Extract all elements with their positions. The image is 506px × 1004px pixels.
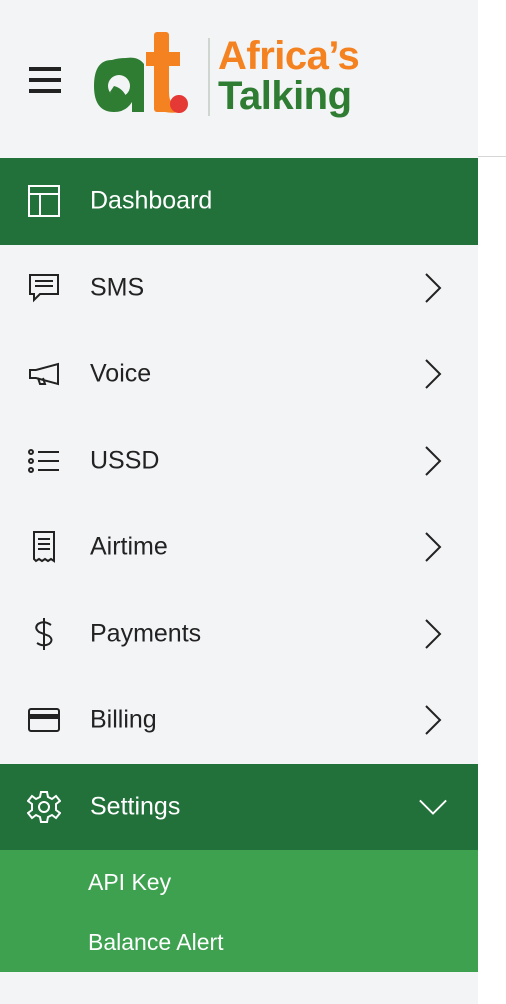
sidebar-item-voice[interactable]: Voice bbox=[0, 331, 478, 418]
africas-talking-logo[interactable]: Africa’s Talking bbox=[92, 30, 382, 130]
chevron-right-icon bbox=[418, 270, 448, 306]
list-icon bbox=[26, 443, 62, 479]
submenu-item-api-key[interactable]: API Key bbox=[0, 856, 478, 916]
logo-text-line2: Talking bbox=[218, 74, 352, 118]
hamburger-menu-icon[interactable] bbox=[29, 67, 61, 93]
logo-text-line1: Africa’s bbox=[218, 34, 360, 78]
sidebar-item-label: SMS bbox=[90, 273, 145, 302]
chevron-right-icon bbox=[418, 702, 448, 738]
sidebar: Africa’s Talking Dashboard SMS Voice USS… bbox=[0, 0, 478, 1004]
sidebar-item-label: USSD bbox=[90, 446, 160, 475]
dollar-icon bbox=[26, 616, 62, 652]
at-logo-mark-icon bbox=[94, 32, 188, 113]
main-content-edge bbox=[478, 0, 506, 1004]
dashboard-icon bbox=[26, 183, 62, 219]
sidebar-item-dashboard[interactable]: Dashboard bbox=[0, 158, 478, 245]
submenu-item-balance-alert[interactable]: Balance Alert bbox=[0, 916, 478, 976]
receipt-icon bbox=[26, 529, 62, 565]
sidebar-item-label: Billing bbox=[90, 705, 157, 734]
chevron-right-icon bbox=[418, 356, 448, 392]
chevron-right-icon bbox=[418, 616, 448, 652]
credit-card-icon bbox=[26, 702, 62, 738]
gear-icon bbox=[26, 789, 62, 825]
sidebar-header: Africa’s Talking bbox=[0, 0, 478, 158]
chevron-right-icon bbox=[418, 529, 448, 565]
sidebar-item-label: Payments bbox=[90, 619, 202, 648]
logo-divider bbox=[208, 38, 210, 116]
sidebar-item-label: Settings bbox=[90, 792, 181, 821]
megaphone-icon bbox=[26, 356, 62, 392]
sidebar-item-billing[interactable]: Billing bbox=[0, 677, 478, 764]
chevron-down-icon bbox=[418, 789, 448, 825]
sidebar-item-label: Dashboard bbox=[90, 186, 213, 215]
sidebar-item-airtime[interactable]: Airtime bbox=[0, 504, 478, 591]
chevron-right-icon bbox=[418, 443, 448, 479]
settings-submenu: API Key Balance Alert bbox=[0, 850, 478, 972]
header-divider bbox=[478, 156, 506, 157]
sidebar-item-payments[interactable]: Payments bbox=[0, 591, 478, 678]
sidebar-item-ussd[interactable]: USSD bbox=[0, 418, 478, 505]
sidebar-menu: Dashboard SMS Voice USSD Airtime Payment… bbox=[0, 158, 478, 972]
sidebar-item-settings[interactable]: Settings bbox=[0, 763, 478, 850]
sidebar-item-sms[interactable]: SMS bbox=[0, 245, 478, 332]
sidebar-item-label: Airtime bbox=[90, 532, 168, 561]
sidebar-item-label: Voice bbox=[90, 359, 152, 388]
chat-icon bbox=[26, 270, 62, 306]
